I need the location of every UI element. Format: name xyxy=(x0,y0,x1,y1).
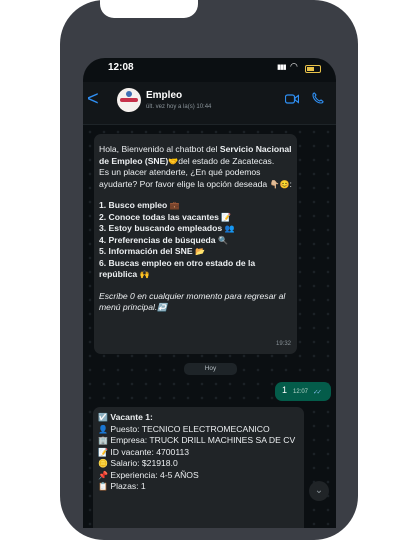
chevron-down-icon: ⌄ xyxy=(314,485,324,496)
phone-notch xyxy=(100,0,198,18)
video-call-icon[interactable] xyxy=(285,94,299,104)
scroll-down-button[interactable]: ⌄ xyxy=(309,481,329,501)
menu-item-5: 5. Información del SNE xyxy=(99,246,193,256)
menu-item-1: 1. Busco empleo xyxy=(99,200,168,210)
message-time: 19:32 xyxy=(275,340,291,347)
welcome-hint: Escribe 0 en cualquier momento para regr… xyxy=(99,290,286,313)
avatar[interactable] xyxy=(117,88,141,112)
folder-icon: 📂 xyxy=(195,247,205,256)
phone-screen: 12:08 ▮▮▮ ◠ < Empleo últ. vez hoy a la(s… xyxy=(83,58,336,528)
person-icon: 👤 xyxy=(98,424,108,434)
vacancy-salario: Salario: $21918.0 xyxy=(110,458,178,468)
memo-icon: 📝 xyxy=(221,212,232,222)
welcome-message[interactable]: Hola, Bienvenido al chatbot del Servicio… xyxy=(94,134,297,354)
checkbox-icon: ☑️ xyxy=(98,413,108,422)
user-message[interactable]: 1 12:07 ✓✓ xyxy=(275,382,331,401)
menu-item-3: 3. Estoy buscando empleados xyxy=(99,223,223,233)
signal-icon: ▮▮▮ xyxy=(277,64,287,71)
user-message-text: 1 xyxy=(282,385,288,395)
memo-icon: 📝 xyxy=(98,447,108,457)
status-bar: 12:08 ▮▮▮ ◠ xyxy=(83,58,336,82)
vacancy-id: ID vacante: 4700113 xyxy=(110,446,190,457)
day-separator: Hoy xyxy=(184,363,237,375)
calendar-icon: 📋 xyxy=(98,482,108,491)
welcome-line1-tail: del estado de Zacatecas. xyxy=(178,155,275,166)
vacancy-experiencia: Experiencia: 4-5 AÑOS xyxy=(110,469,199,480)
menu-item-2: 2. Conoce todas las vacantes xyxy=(99,211,219,222)
vacancy-message[interactable]: ☑️ Vacante 1: 👤 Puesto: TECNICO ELECTROM… xyxy=(93,407,304,528)
vacancy-plazas: Plazas: 1 xyxy=(110,481,146,491)
battery-icon xyxy=(305,65,321,73)
menu-item-4: 4. Preferencias de búsqueda xyxy=(99,234,216,245)
chat-title[interactable]: Empleo xyxy=(146,90,182,101)
raised-hands-icon: 🙌 xyxy=(139,270,150,279)
smile-icon: 😊 xyxy=(279,179,290,189)
last-seen-label: últ. vez hoy a la(s) 10:44 xyxy=(146,104,212,110)
menu-item-6: 6. Buscas empleo en otro estado de la re… xyxy=(99,257,256,280)
vacancy-puesto: Puesto: TECNICO ELECTROMECANICO xyxy=(110,423,270,434)
avatar-logo-bar xyxy=(120,98,138,102)
back-chevron-icon[interactable]: < xyxy=(87,88,99,111)
return-arrow-icon: ↩️ xyxy=(157,303,168,312)
read-ticks-icon: ✓✓ xyxy=(313,389,322,396)
vacancy-title: Vacante 1: xyxy=(110,412,153,422)
people-icon: 👥 xyxy=(224,224,235,233)
magnifier-icon: 🔍 xyxy=(217,235,228,245)
vacancy-empresa: Empresa: TRUCK DRILL MACHINES SA DE CV xyxy=(110,435,296,445)
status-time: 12:08 xyxy=(108,62,134,73)
welcome-line1: Hola, Bienvenido al chatbot del xyxy=(99,144,220,154)
pin-icon: 📌 xyxy=(98,470,108,480)
chat-header: < Empleo últ. vez hoy a la(s) 10:44 xyxy=(83,82,336,125)
handshake-icon: 🤝 xyxy=(168,156,179,166)
briefcase-icon: 💼 xyxy=(169,201,180,210)
phone-call-icon[interactable] xyxy=(312,92,324,104)
welcome-line2: Es un placer atenderte, ¿En qué podemos … xyxy=(99,167,268,189)
chat-area[interactable]: Hola, Bienvenido al chatbot del Servicio… xyxy=(83,125,336,528)
avatar-logo-dot xyxy=(126,91,132,97)
coin-icon: 🪙 xyxy=(98,459,108,468)
pointing-down-icon: 👇🏼 xyxy=(269,179,280,189)
user-message-time: 12:07 xyxy=(293,389,309,395)
wifi-icon: ◠ xyxy=(290,61,298,71)
building-icon: 🏢 xyxy=(98,436,108,445)
